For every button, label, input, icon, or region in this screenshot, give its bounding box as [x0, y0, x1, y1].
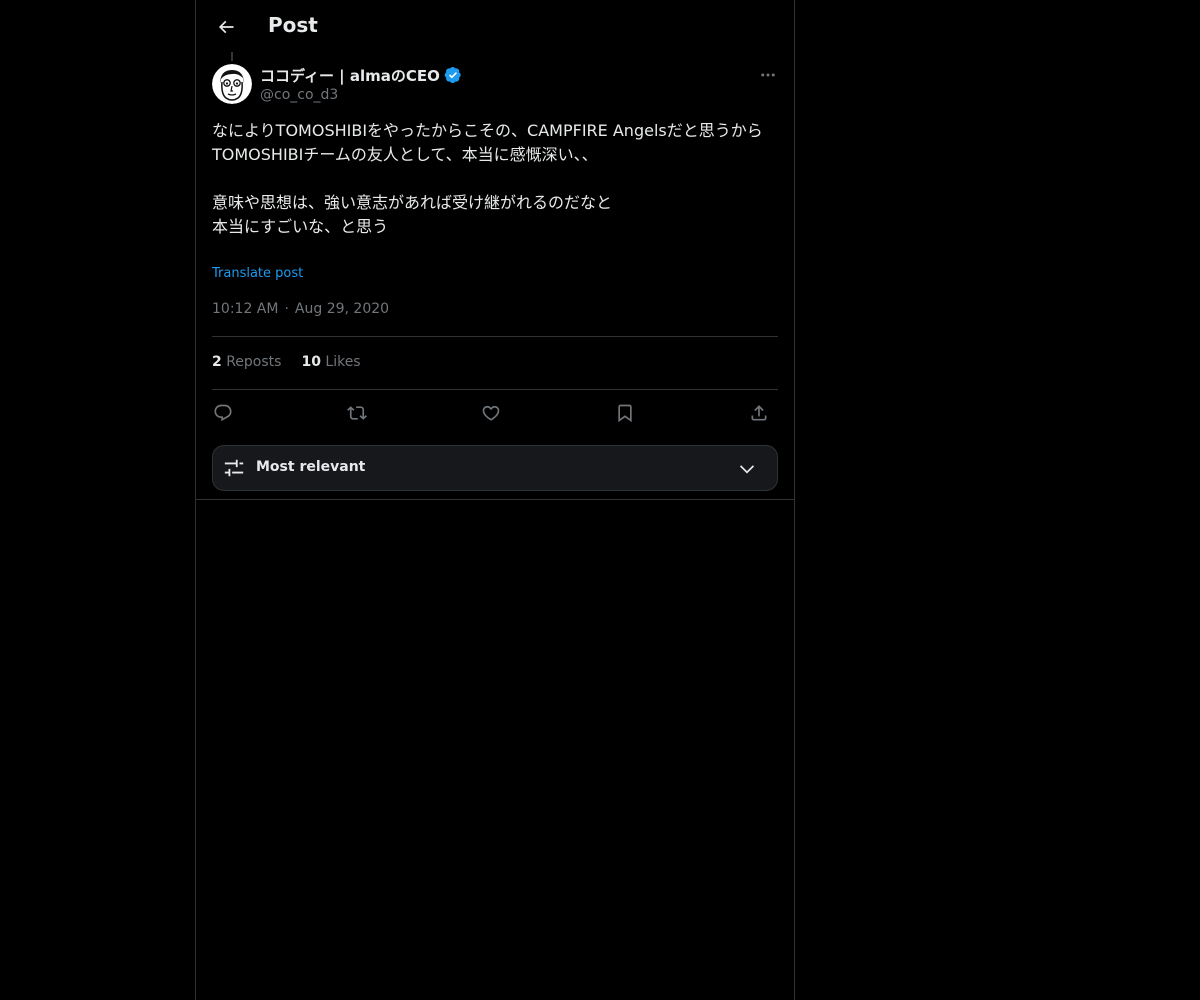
share-button[interactable]: [744, 398, 774, 428]
post-time[interactable]: 10:12 AM: [212, 301, 278, 317]
author-name[interactable]: ココディー | almaのCEO: [260, 65, 462, 85]
likes-count: 10: [301, 354, 321, 370]
reposts-label: Reposts: [226, 354, 282, 370]
post-date[interactable]: Aug 29, 2020: [295, 301, 389, 317]
repost-button[interactable]: [342, 398, 372, 428]
more-horizontal-icon: [761, 73, 775, 77]
thread-connector-line: [231, 52, 233, 61]
avatar-image: [212, 64, 252, 104]
post-timestamp: 10:12 AM · Aug 29, 2020: [212, 301, 389, 317]
sort-label: Most relevant: [256, 459, 366, 475]
verified-badge-icon: [444, 66, 461, 84]
author-handle[interactable]: @co_co_d3: [260, 87, 338, 103]
like-icon: [482, 405, 500, 421]
likes-stat[interactable]: 10 Likes: [301, 354, 360, 374]
translate-post-link[interactable]: Translate post: [212, 266, 303, 281]
repost-icon: [347, 406, 367, 420]
replies-sort-dropdown[interactable]: Most relevant: [212, 445, 778, 491]
author-display-name: ココディー | almaのCEO: [260, 66, 440, 85]
section-divider: [196, 499, 794, 500]
bookmark-button[interactable]: [610, 398, 640, 428]
sliders-icon: [224, 459, 244, 477]
reposts-stat[interactable]: 2 Reposts: [212, 354, 281, 374]
like-button[interactable]: [476, 398, 506, 428]
divider: [212, 336, 778, 337]
action-bar: [212, 398, 778, 428]
meta-separator: ·: [284, 301, 289, 317]
share-icon: [751, 405, 767, 421]
bookmark-icon: [618, 404, 632, 423]
main-column: Post ココディー | almaのCEO @co_co_d3 なによりTOMO…: [195, 0, 795, 1000]
post-text: なによりTOMOSHIBIをやったからこその、CAMPFIRE Angelsだと…: [212, 121, 763, 236]
chevron-down-icon: [739, 465, 755, 474]
reply-icon: [214, 404, 232, 422]
engagement-stats: 2 Reposts 10 Likes: [212, 354, 361, 374]
arrow-left-icon: [218, 20, 234, 34]
back-button[interactable]: [208, 9, 244, 45]
avatar[interactable]: [212, 64, 252, 104]
reposts-count: 2: [212, 354, 222, 370]
top-bar: Post: [196, 0, 794, 54]
page-title: Post: [268, 13, 318, 37]
more-options-button[interactable]: [754, 64, 782, 86]
likes-label: Likes: [325, 354, 361, 370]
reply-button[interactable]: [208, 398, 238, 428]
divider: [212, 389, 778, 390]
